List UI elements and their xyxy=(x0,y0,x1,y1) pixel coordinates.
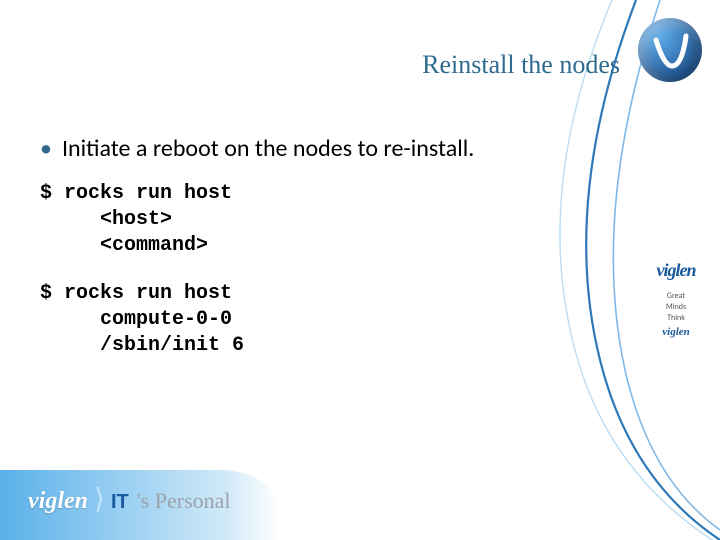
side-brand-logo: viglen xyxy=(644,260,708,281)
v-swoosh-icon xyxy=(650,30,690,70)
footer-it: IT xyxy=(111,491,129,514)
bullet-item: • Initiate a reboot on the nodes to re-i… xyxy=(40,135,600,163)
footer-tagline: 's Personal xyxy=(137,488,231,514)
slide: Reinstall the nodes • Initiate a reboot … xyxy=(0,0,720,540)
code-line: compute-0-0 xyxy=(40,307,600,333)
code-line: <host> xyxy=(40,207,600,233)
footer-paren-icon: ⟩ xyxy=(94,482,105,516)
code-line: $ rocks run host xyxy=(40,281,600,307)
tag-word: Great xyxy=(644,291,708,302)
code-block-2: $ rocks run host compute-0-0 /sbin/init … xyxy=(40,281,600,359)
code-line: /sbin/init 6 xyxy=(40,333,600,359)
footer: viglen ⟩ IT 's Personal xyxy=(28,482,231,516)
content-area: • Initiate a reboot on the nodes to re-i… xyxy=(40,135,600,381)
code-block-1: $ rocks run host <host> <command> xyxy=(40,181,600,259)
bullet-text: Initiate a reboot on the nodes to re-ins… xyxy=(62,135,474,163)
code-line: $ rocks run host xyxy=(40,181,600,207)
side-brand-tagline: Great Minds Think xyxy=(644,291,708,324)
bullet-dot-icon: • xyxy=(40,135,52,163)
footer-brand: viglen xyxy=(28,488,88,515)
code-line: <command> xyxy=(40,233,600,259)
tag-word: Minds xyxy=(644,302,708,313)
side-brand: viglen Great Minds Think viglen xyxy=(644,260,708,338)
tag-word: Think xyxy=(644,313,708,324)
corner-logo xyxy=(638,18,702,82)
slide-title: Reinstall the nodes xyxy=(0,50,620,80)
side-brand-small: viglen xyxy=(644,326,708,338)
